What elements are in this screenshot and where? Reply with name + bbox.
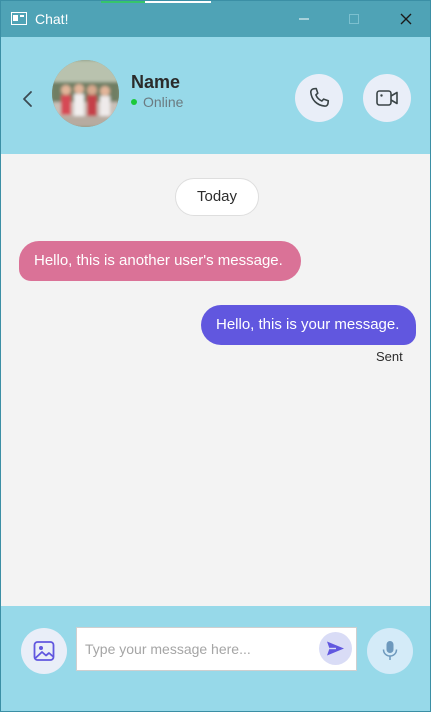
minimize-icon [299, 18, 309, 20]
image-icon [33, 641, 55, 661]
close-icon [400, 13, 412, 25]
avatar-image [52, 60, 119, 127]
title-bar-accent [101, 1, 211, 3]
date-separator: Today [175, 178, 259, 216]
phone-icon [309, 87, 330, 107]
message-input[interactable] [85, 638, 315, 660]
minimize-button[interactable] [281, 1, 327, 37]
chat-window: Chat! Name Online Today Hello, this is a… [0, 0, 431, 712]
app-icon [11, 12, 27, 25]
online-status-dot [131, 99, 137, 105]
message-input-box [76, 627, 357, 671]
voice-call-button[interactable] [295, 74, 343, 122]
video-camera-icon [376, 90, 398, 106]
close-button[interactable] [383, 1, 429, 37]
message-list[interactable]: Today Hello, this is another user's mess… [1, 154, 430, 606]
window-title: Chat! [35, 11, 69, 27]
voice-message-button[interactable] [367, 628, 413, 674]
microphone-icon [382, 641, 398, 660]
video-call-button[interactable] [363, 74, 411, 122]
send-button[interactable] [319, 632, 352, 665]
send-icon [327, 641, 344, 656]
title-bar[interactable]: Chat! [1, 1, 430, 37]
incoming-message[interactable]: Hello, this is another user's message. [19, 241, 301, 281]
maximize-icon [349, 14, 359, 24]
attach-image-button[interactable] [21, 628, 67, 674]
message-status: Sent [376, 349, 403, 364]
contact-status: Online [143, 94, 184, 110]
outgoing-message[interactable]: Hello, this is your message. [201, 305, 416, 345]
avatar[interactable] [52, 60, 119, 127]
maximize-button[interactable] [331, 1, 377, 37]
contact-name: Name [131, 72, 181, 92]
chat-header: Name Online [1, 37, 430, 154]
composer-bar [1, 606, 430, 711]
chevron-left-icon[interactable] [17, 88, 39, 110]
